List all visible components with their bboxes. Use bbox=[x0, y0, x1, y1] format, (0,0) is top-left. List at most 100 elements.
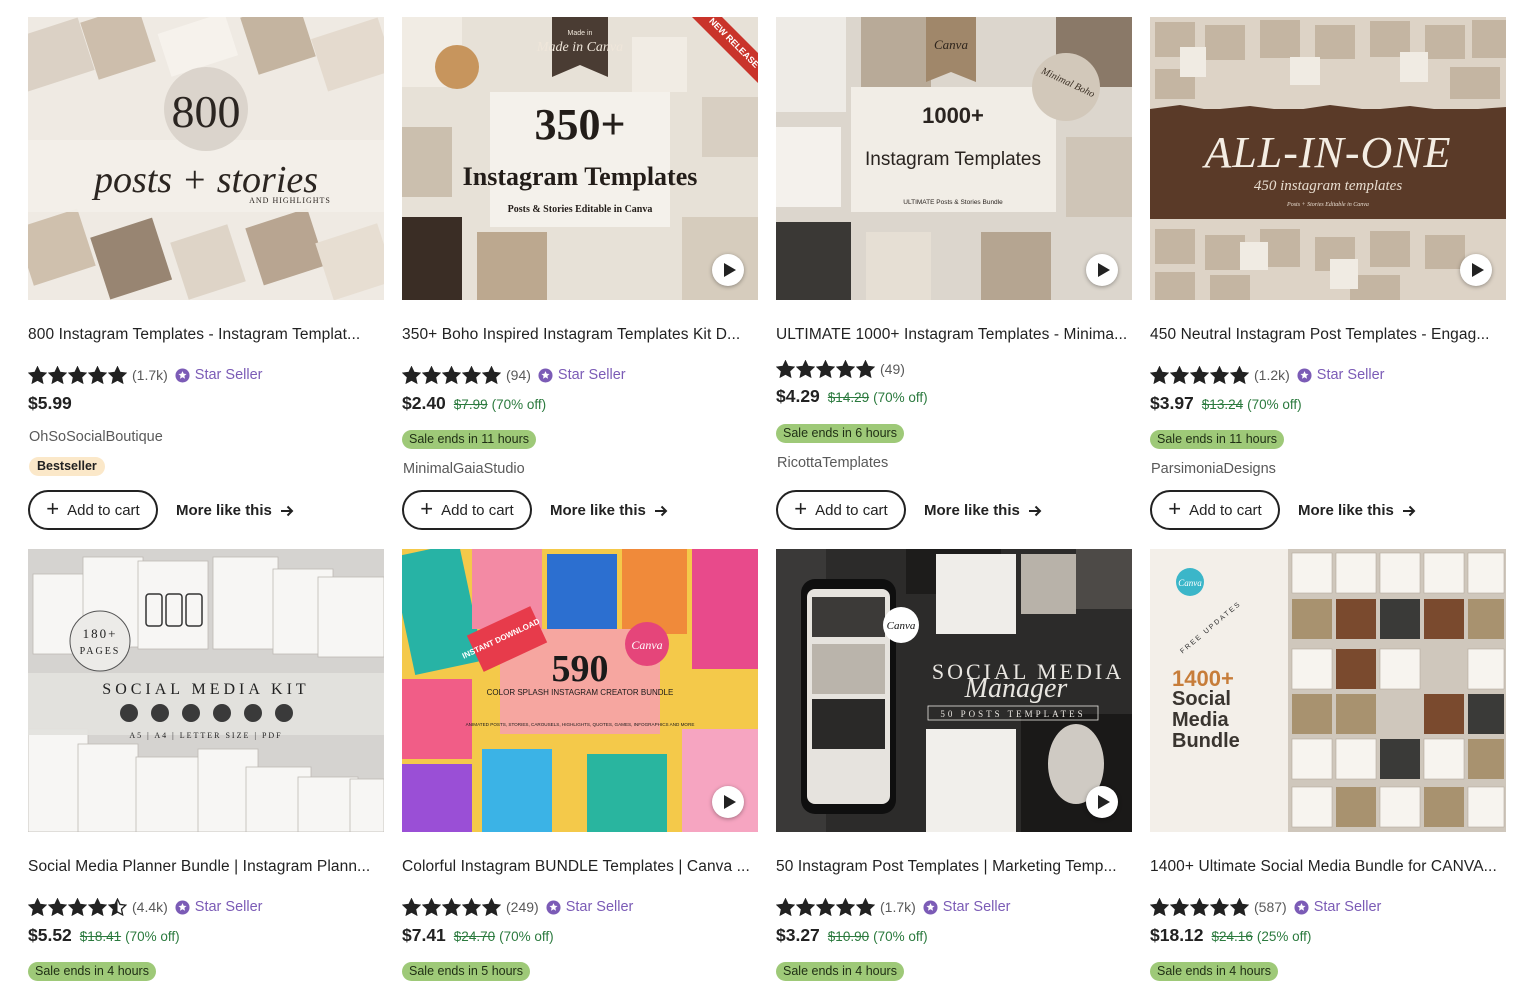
listing-thumbnail[interactable]: 180+ PAGES SOCIAL MEDIA KIT A5 | A4 | LE… bbox=[28, 549, 384, 832]
star-icon bbox=[88, 365, 107, 384]
thumb-corner-label: Canva bbox=[631, 638, 662, 652]
star-icon bbox=[816, 359, 835, 378]
shop-name[interactable]: ParsimoniaDesigns bbox=[1151, 461, 1276, 477]
video-play-button[interactable] bbox=[712, 254, 744, 286]
listing-card[interactable]: Canva FREE UPDATES 1400+ Social Media Bu… bbox=[1150, 549, 1506, 989]
star-icon bbox=[836, 359, 855, 378]
original-price: $18.41 bbox=[79, 929, 122, 944]
listing-card[interactable]: Made in Made in Canva NEW RELEASE 350+ I… bbox=[402, 17, 758, 537]
thumb-overlay-2: Social Media Bundle bbox=[1172, 689, 1240, 752]
rating-row: (94) Star Seller bbox=[402, 364, 626, 386]
listing-thumbnail[interactable]: 800 posts + stories AND HIGHLIGHTS bbox=[28, 17, 384, 300]
discount: (70% off) bbox=[1247, 397, 1302, 412]
more-like-this-link[interactable]: More like this bbox=[924, 502, 1042, 519]
more-like-this-link[interactable]: More like this bbox=[1298, 502, 1416, 519]
plus-icon: + bbox=[420, 496, 434, 521]
sale-badge: Sale ends in 11 hours bbox=[1150, 430, 1284, 449]
listing-title[interactable]: 450 Neutral Instagram Post Templates - E… bbox=[1150, 326, 1506, 344]
add-to-cart-button[interactable]: + Add to cart bbox=[1150, 490, 1280, 530]
listing-card[interactable]: 800 posts + stories AND HIGHLIGHTS 800 I… bbox=[28, 17, 384, 537]
listing-card[interactable]: Canva Minimal Boho 1000+ Instagram Templ… bbox=[776, 17, 1132, 537]
star-icon bbox=[1150, 365, 1169, 384]
star-rating bbox=[402, 365, 501, 385]
more-like-this-link[interactable]: More like this bbox=[176, 502, 294, 519]
original-price: $24.16 bbox=[1211, 929, 1253, 944]
listing-thumbnail[interactable]: Canva Minimal Boho 1000+ Instagram Templ… bbox=[776, 17, 1132, 300]
star-icon bbox=[422, 897, 441, 916]
arrow-right-icon bbox=[1028, 505, 1042, 516]
listing-thumbnail[interactable]: ALL-IN-ONE 450 instagram templates Posts… bbox=[1150, 17, 1506, 300]
listing-title[interactable]: Colorful Instagram BUNDLE Templates | Ca… bbox=[402, 858, 758, 876]
listing-card[interactable]: ALL-IN-ONE 450 instagram templates Posts… bbox=[1150, 17, 1506, 537]
sale-badge: Sale ends in 4 hours bbox=[28, 962, 156, 981]
listing-thumbnail[interactable]: Canva SOCIAL MEDIA Manager 50 POSTS TEMP… bbox=[776, 549, 1132, 832]
add-to-cart-button[interactable]: + Add to cart bbox=[776, 490, 906, 530]
thumb-overlay-2: Instagram Templates bbox=[463, 162, 698, 191]
listing-title[interactable]: 350+ Boho Inspired Instagram Templates K… bbox=[402, 326, 758, 344]
rating-row: (4.4k) Star Seller bbox=[28, 896, 263, 918]
listing-card[interactable]: 180+ PAGES SOCIAL MEDIA KIT A5 | A4 | LE… bbox=[28, 549, 384, 989]
star-icon bbox=[1190, 897, 1209, 916]
thumb-overlay-1: 180+ bbox=[83, 626, 118, 641]
rating-row: (587) Star Seller bbox=[1150, 896, 1381, 918]
play-icon bbox=[723, 795, 736, 809]
rating-row: (49) bbox=[776, 358, 905, 380]
star-seller-badge: Star Seller bbox=[923, 899, 1011, 915]
star-icon bbox=[482, 365, 501, 384]
star-rating bbox=[1150, 365, 1249, 385]
discount: (70% off) bbox=[491, 397, 547, 412]
price: $3.27 bbox=[776, 925, 820, 945]
shop-name[interactable]: RicottaTemplates bbox=[777, 455, 888, 471]
star-icon bbox=[1150, 897, 1169, 916]
star-icon bbox=[796, 359, 815, 378]
plus-icon: + bbox=[46, 496, 60, 521]
video-play-button[interactable] bbox=[1460, 254, 1492, 286]
rating-row: (1.7k) Star Seller bbox=[28, 364, 263, 386]
listing-card[interactable]: Canva SOCIAL MEDIA Manager 50 POSTS TEMP… bbox=[776, 549, 1132, 989]
star-seller-icon bbox=[175, 367, 190, 383]
shop-name[interactable]: MinimalGaiaStudio bbox=[403, 461, 525, 477]
listing-title[interactable]: 50 Instagram Post Templates | Marketing … bbox=[776, 858, 1132, 876]
star-icon bbox=[1190, 365, 1209, 384]
more-like-this-link[interactable]: More like this bbox=[550, 502, 668, 519]
star-icon bbox=[1210, 897, 1229, 916]
sale-badge: Sale ends in 6 hours bbox=[776, 424, 904, 443]
arrow-right-icon bbox=[1402, 505, 1416, 516]
add-to-cart-label: Add to cart bbox=[815, 501, 888, 519]
star-seller-badge: Star Seller bbox=[175, 899, 263, 915]
shop-name[interactable]: OhSoSocialBoutique bbox=[29, 429, 163, 445]
star-icon bbox=[1210, 365, 1229, 384]
review-count: (94) bbox=[506, 367, 531, 383]
more-like-this-label: More like this bbox=[1298, 502, 1394, 519]
review-count: (1.2k) bbox=[1254, 367, 1290, 383]
listing-title[interactable]: ULTIMATE 1000+ Instagram Templates - Min… bbox=[776, 326, 1132, 344]
listing-title[interactable]: 1400+ Ultimate Social Media Bundle for C… bbox=[1150, 858, 1506, 876]
sale-badge: Sale ends in 5 hours bbox=[402, 962, 530, 981]
sale-badge: Sale ends in 4 hours bbox=[1150, 962, 1278, 981]
thumb-overlay-3: SOCIAL MEDIA KIT bbox=[102, 681, 309, 698]
thumb-overlay-4: A5 | A4 | LETTER SIZE | PDF bbox=[129, 731, 282, 740]
listing-thumbnail[interactable]: INSTANT DOWNLOAD Canva 590 COLOR SPLASH … bbox=[402, 549, 758, 832]
video-play-button[interactable] bbox=[712, 786, 744, 818]
add-to-cart-button[interactable]: + Add to cart bbox=[28, 490, 158, 530]
star-icon bbox=[482, 897, 501, 916]
star-icon bbox=[108, 897, 127, 916]
thumb-overlay-3: 50 POSTS TEMPLATES bbox=[940, 709, 1085, 719]
star-icon bbox=[402, 365, 421, 384]
star-seller-icon bbox=[923, 899, 938, 915]
rating-row: (249) Star Seller bbox=[402, 896, 633, 918]
price-row: $3.27 $10.90 (70% off) bbox=[776, 925, 928, 946]
thumb-overlay-2: COLOR SPLASH INSTAGRAM CREATOR BUNDLE bbox=[487, 688, 674, 697]
star-rating bbox=[776, 359, 875, 379]
video-play-button[interactable] bbox=[1086, 254, 1118, 286]
listing-title[interactable]: 800 Instagram Templates - Instagram Temp… bbox=[28, 326, 384, 344]
listing-title[interactable]: Social Media Planner Bundle | Instagram … bbox=[28, 858, 384, 876]
video-play-button[interactable] bbox=[1086, 786, 1118, 818]
add-to-cart-button[interactable]: + Add to cart bbox=[402, 490, 532, 530]
more-like-this-label: More like this bbox=[550, 502, 646, 519]
star-icon bbox=[108, 365, 127, 384]
listing-thumbnail[interactable]: Canva FREE UPDATES 1400+ Social Media Bu… bbox=[1150, 549, 1506, 832]
price-row: $3.97 $13.24 (70% off) bbox=[1150, 393, 1302, 414]
listing-card[interactable]: INSTANT DOWNLOAD Canva 590 COLOR SPLASH … bbox=[402, 549, 758, 989]
listing-thumbnail[interactable]: Made in Made in Canva NEW RELEASE 350+ I… bbox=[402, 17, 758, 300]
